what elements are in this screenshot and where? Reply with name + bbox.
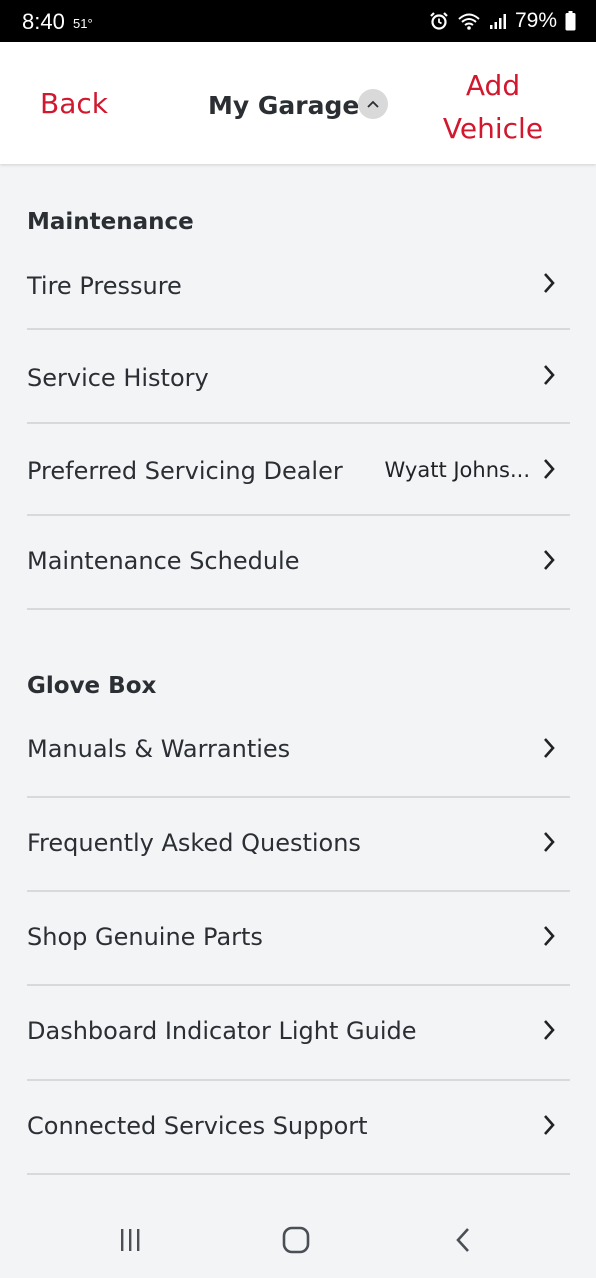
list-item-label: Tire Pressure	[27, 272, 182, 300]
list-item-tire-pressure[interactable]: Tire Pressure	[27, 237, 570, 330]
status-bar: 8:40 51° 79%	[0, 0, 596, 42]
status-temperature: 51°	[73, 16, 93, 31]
list-item-service-history[interactable]: Service History	[27, 330, 570, 424]
system-nav-bar	[0, 1198, 596, 1278]
list-item-label: Frequently Asked Questions	[27, 829, 361, 857]
list-item-dashboard-light-guide[interactable]: Dashboard Indicator Light Guide	[27, 986, 570, 1081]
chevron-right-icon	[544, 550, 555, 570]
signal-icon	[489, 12, 507, 30]
recent-apps-button[interactable]	[110, 1222, 150, 1258]
list-item-label: Connected Services Support	[27, 1112, 368, 1140]
battery-icon	[565, 11, 576, 31]
list-item-label: Manuals & Warranties	[27, 735, 291, 763]
list-item-connected-services-support[interactable]: Connected Services Support	[27, 1081, 570, 1175]
home-icon	[282, 1226, 310, 1254]
list-item-label: Maintenance Schedule	[27, 547, 300, 575]
status-icons: 79%	[429, 9, 576, 33]
battery-percent: 79%	[514, 9, 557, 32]
page-title[interactable]: My Garage	[208, 91, 359, 120]
app-header: Back My Garage Add Vehicle	[0, 42, 596, 164]
wifi-icon	[457, 11, 481, 31]
chevron-right-icon	[544, 1115, 555, 1135]
preferred-dealer-value: Wyatt Johns...	[384, 458, 530, 482]
add-vehicle-label-line2: Vehicle	[442, 112, 544, 145]
chevron-right-icon	[544, 365, 555, 385]
list-item-shop-genuine-parts[interactable]: Shop Genuine Parts	[27, 892, 570, 986]
back-arrow-icon	[456, 1228, 469, 1252]
chevron-right-icon	[544, 832, 555, 852]
list-item-label: Service History	[27, 364, 209, 392]
section-title-maintenance: Maintenance	[27, 209, 194, 235]
recent-apps-icon	[121, 1229, 140, 1251]
list-item-label: Shop Genuine Parts	[27, 923, 263, 951]
list-item-preferred-dealer[interactable]: Preferred Servicing Dealer Wyatt Johns..…	[27, 424, 570, 516]
garage-dropdown-toggle[interactable]	[358, 89, 388, 119]
list-item-manuals-warranties[interactable]: Manuals & Warranties	[27, 704, 570, 798]
chevron-right-icon	[544, 738, 555, 758]
system-back-button[interactable]	[443, 1222, 483, 1258]
list-item-label: Preferred Servicing Dealer	[27, 457, 343, 485]
status-time: 8:40	[22, 9, 65, 34]
add-vehicle-button[interactable]: Add Vehicle	[432, 64, 554, 150]
chevron-right-icon	[544, 1020, 555, 1040]
section-title-glove-box: Glove Box	[27, 673, 157, 699]
alarm-icon	[429, 11, 449, 31]
back-button[interactable]: Back	[40, 87, 108, 120]
chevron-right-icon	[544, 926, 555, 946]
add-vehicle-label-line1: Add	[465, 69, 521, 102]
chevron-right-icon	[544, 273, 555, 293]
list-item-maintenance-schedule[interactable]: Maintenance Schedule	[27, 516, 570, 610]
list-item-faq[interactable]: Frequently Asked Questions	[27, 798, 570, 892]
list-item-label: Dashboard Indicator Light Guide	[27, 1017, 417, 1045]
chevron-up-icon	[367, 100, 379, 108]
home-button[interactable]	[276, 1222, 316, 1258]
chevron-right-icon	[544, 459, 555, 479]
